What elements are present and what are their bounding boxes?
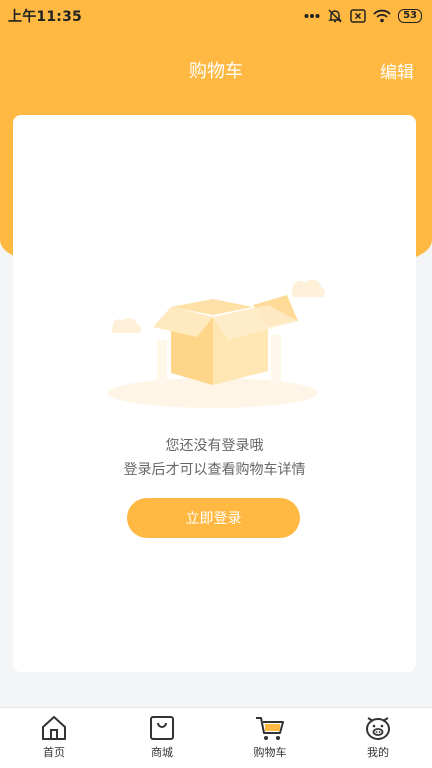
empty-box-illustration	[93, 265, 333, 419]
status-time: 上午11:35	[8, 9, 82, 25]
cart-icon	[255, 715, 285, 741]
status-bar: 上午11:35 53	[0, 0, 432, 32]
tab-profile[interactable]: 我的	[324, 708, 432, 768]
wifi-icon	[373, 9, 391, 23]
pig-face-icon	[364, 715, 392, 741]
battery-icon: 53	[398, 9, 422, 23]
tab-cart-label: 购物车	[253, 746, 287, 759]
tab-cart[interactable]: 购物车	[216, 708, 324, 768]
tab-home-label: 首页	[43, 746, 65, 759]
tab-store[interactable]: 商城	[108, 708, 216, 768]
sim-x-icon	[350, 9, 366, 23]
tab-profile-label: 我的	[367, 746, 389, 759]
login-button[interactable]: 立即登录	[127, 498, 300, 538]
empty-message-subtitle: 登录后才可以查看购物车详情	[123, 462, 306, 478]
home-icon	[40, 715, 68, 741]
cart-card: 您还没有登录哦 登录后才可以查看购物车详情 立即登录	[13, 115, 416, 672]
status-icons: 53	[304, 8, 422, 24]
dots-icon	[304, 13, 320, 19]
page-title: 购物车	[189, 61, 243, 82]
tab-store-label: 商城	[151, 746, 173, 759]
page-header: 购物车 编辑	[0, 52, 432, 88]
tab-home[interactable]: 首页	[0, 708, 108, 768]
mute-bell-icon	[327, 8, 343, 24]
store-bag-icon	[149, 715, 175, 741]
empty-message-title: 您还没有登录哦	[165, 438, 264, 454]
bottom-tab-bar: 首页 商城 购物车 我的	[0, 707, 432, 768]
edit-button[interactable]: 编辑	[380, 58, 414, 83]
